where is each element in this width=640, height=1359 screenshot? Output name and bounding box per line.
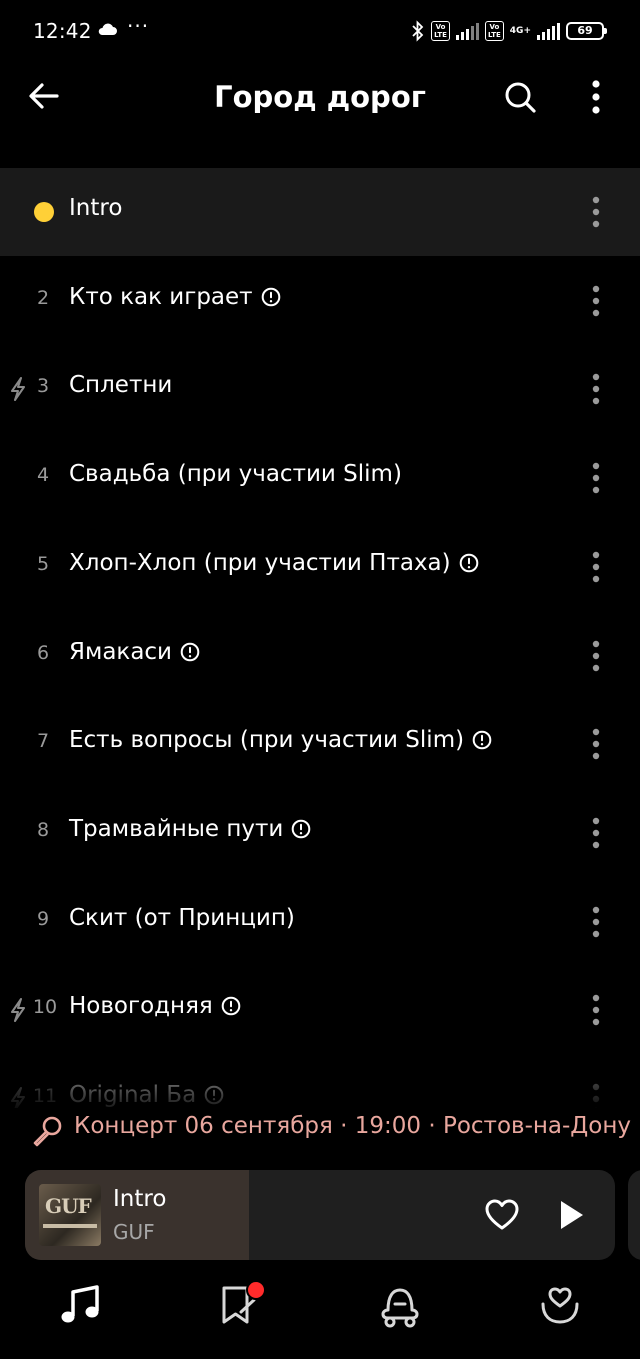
track-title: Новогодняя: [69, 993, 241, 1019]
more-vertical-icon[interactable]: [581, 371, 611, 407]
more-vertical-icon[interactable]: [581, 194, 611, 230]
track-number: 5: [36, 552, 50, 575]
track-number: 4: [36, 464, 50, 487]
explicit-icon: [221, 996, 241, 1016]
music-note-icon[interactable]: [56, 1280, 106, 1330]
track-title-text: Трамвайные пути: [69, 815, 284, 842]
track-title: Ямакаси: [69, 639, 200, 665]
track-title: Скит (от Принцип): [69, 905, 295, 931]
track-list: Intro 2 Кто как играет 3 Сплетни 4 Свадьба (пр…: [0, 168, 640, 1112]
more-vertical-icon[interactable]: [581, 815, 611, 851]
signal-icon-1: [455, 22, 479, 40]
track-title: Кто как играет: [69, 284, 281, 310]
explicit-icon: [180, 642, 200, 661]
more-vertical-icon[interactable]: [581, 549, 611, 585]
list-fade-overlay: [0, 1048, 640, 1112]
concert-text: Концерт 06 сентября · 19:00 · Ростов-на-…: [74, 1113, 631, 1139]
track-row[interactable]: 3 Сплетни: [0, 345, 640, 433]
track-row[interactable]: 6 Ямакаси: [0, 612, 640, 700]
concert-banner[interactable]: Концерт 06 сентября · 19:00 · Ростов-на-…: [0, 1108, 640, 1148]
track-title-text: Скит (от Принцип): [69, 904, 295, 931]
more-vertical-icon[interactable]: [581, 992, 611, 1028]
track-row[interactable]: 8 Трамвайные пути: [0, 789, 640, 877]
status-more-indicator: ···: [127, 14, 150, 38]
mini-player-title: Intro: [113, 1186, 167, 1212]
bluetooth-icon: [412, 20, 424, 42]
now-playing-indicator: [34, 202, 54, 222]
kids-icon[interactable]: [375, 1280, 425, 1330]
mini-player-artist: GUF: [113, 1220, 155, 1244]
cover-logo-text: GUF: [45, 1194, 92, 1218]
track-title-text: Ямакаси: [69, 638, 173, 665]
track-title: Intro: [69, 195, 122, 221]
track-number: 3: [36, 375, 50, 398]
more-vertical-icon[interactable]: [581, 726, 611, 762]
status-icons: Vo LTE Vo LTE 4G+ 69: [411, 19, 607, 43]
track-number: 6: [36, 641, 50, 664]
lightning-icon: [11, 377, 25, 402]
track-title-text: Intro: [69, 195, 123, 221]
app-header: Город дорог: [0, 62, 640, 132]
track-title-text: Кто как играет: [69, 283, 253, 310]
cloud-icon: [98, 23, 117, 35]
lightning-icon: [11, 998, 25, 1023]
explicit-icon: [292, 819, 311, 839]
signal-icon-2: [537, 22, 560, 40]
track-row[interactable]: 4 Свадьба (при участии Slim): [0, 434, 640, 522]
track-row[interactable]: 10 Новогодняя: [0, 966, 640, 1054]
more-vertical-icon[interactable]: [581, 283, 611, 319]
volte-badge-2: Vo LTE: [484, 21, 504, 41]
track-title-text: Свадьба (при участии Slim): [69, 461, 402, 488]
track-number: 7: [36, 730, 50, 753]
track-row[interactable]: 9 Скит (от Принцип): [0, 878, 640, 966]
track-title-text: Сплетни: [69, 372, 173, 399]
mini-player[interactable]: GUF Intro GUF: [25, 1170, 615, 1260]
track-title-text: Есть вопросы (при участии Slim): [69, 727, 465, 754]
more-vertical-icon[interactable]: [578, 76, 614, 118]
track-number: 8: [36, 818, 50, 841]
volte-badge-1: Vo LTE: [431, 21, 450, 41]
album-cover: GUF: [39, 1184, 101, 1246]
bottom-nav: [0, 1270, 640, 1359]
status-time: 12:42: [33, 19, 92, 43]
track-title: Хлоп-Хлоп (при участии Птаха): [69, 550, 479, 576]
microphone-icon: [33, 1116, 62, 1147]
more-vertical-icon[interactable]: [581, 904, 611, 940]
explicit-icon: [459, 553, 478, 573]
track-title: Свадьба (при участии Slim): [69, 461, 402, 487]
track-row[interactable]: 5 Хлоп-Хлоп (при участии Птаха): [0, 523, 640, 611]
network-type: 4G+: [509, 25, 531, 36]
track-row[interactable]: Intro: [0, 168, 640, 256]
more-vertical-icon[interactable]: [581, 460, 611, 496]
track-title: Трамвайные пути: [69, 816, 311, 842]
cover-stripe: [43, 1224, 97, 1228]
track-number: 9: [36, 907, 50, 930]
page-title: Город дорог: [214, 80, 426, 114]
heart-collection-icon[interactable]: [535, 1280, 585, 1330]
explicit-icon: [261, 287, 280, 306]
status-bar: 12:42 ··· Vo LTE Vo LTE 4G+ 69: [0, 0, 640, 62]
more-vertical-icon[interactable]: [581, 638, 611, 674]
track-title: Есть вопросы (при участии Slim): [69, 727, 492, 753]
next-player-card: [628, 1170, 640, 1260]
track-title: Сплетни: [69, 372, 172, 398]
search-icon[interactable]: [499, 76, 541, 118]
track-row[interactable]: 7 Есть вопросы (при участии Slim): [0, 700, 640, 788]
explicit-icon: [472, 730, 492, 750]
track-title-text: Хлоп-Хлоп (при участии Птаха): [69, 549, 451, 576]
play-icon[interactable]: [555, 1196, 589, 1234]
notification-badge: [246, 1280, 266, 1300]
battery-indicator: 69: [566, 22, 607, 40]
track-number: 2: [36, 286, 50, 309]
track-title-text: Новогодняя: [69, 993, 213, 1020]
track-number: 10: [32, 996, 58, 1019]
heart-icon[interactable]: [483, 1196, 521, 1234]
track-row[interactable]: 2 Кто как играет: [0, 257, 640, 345]
